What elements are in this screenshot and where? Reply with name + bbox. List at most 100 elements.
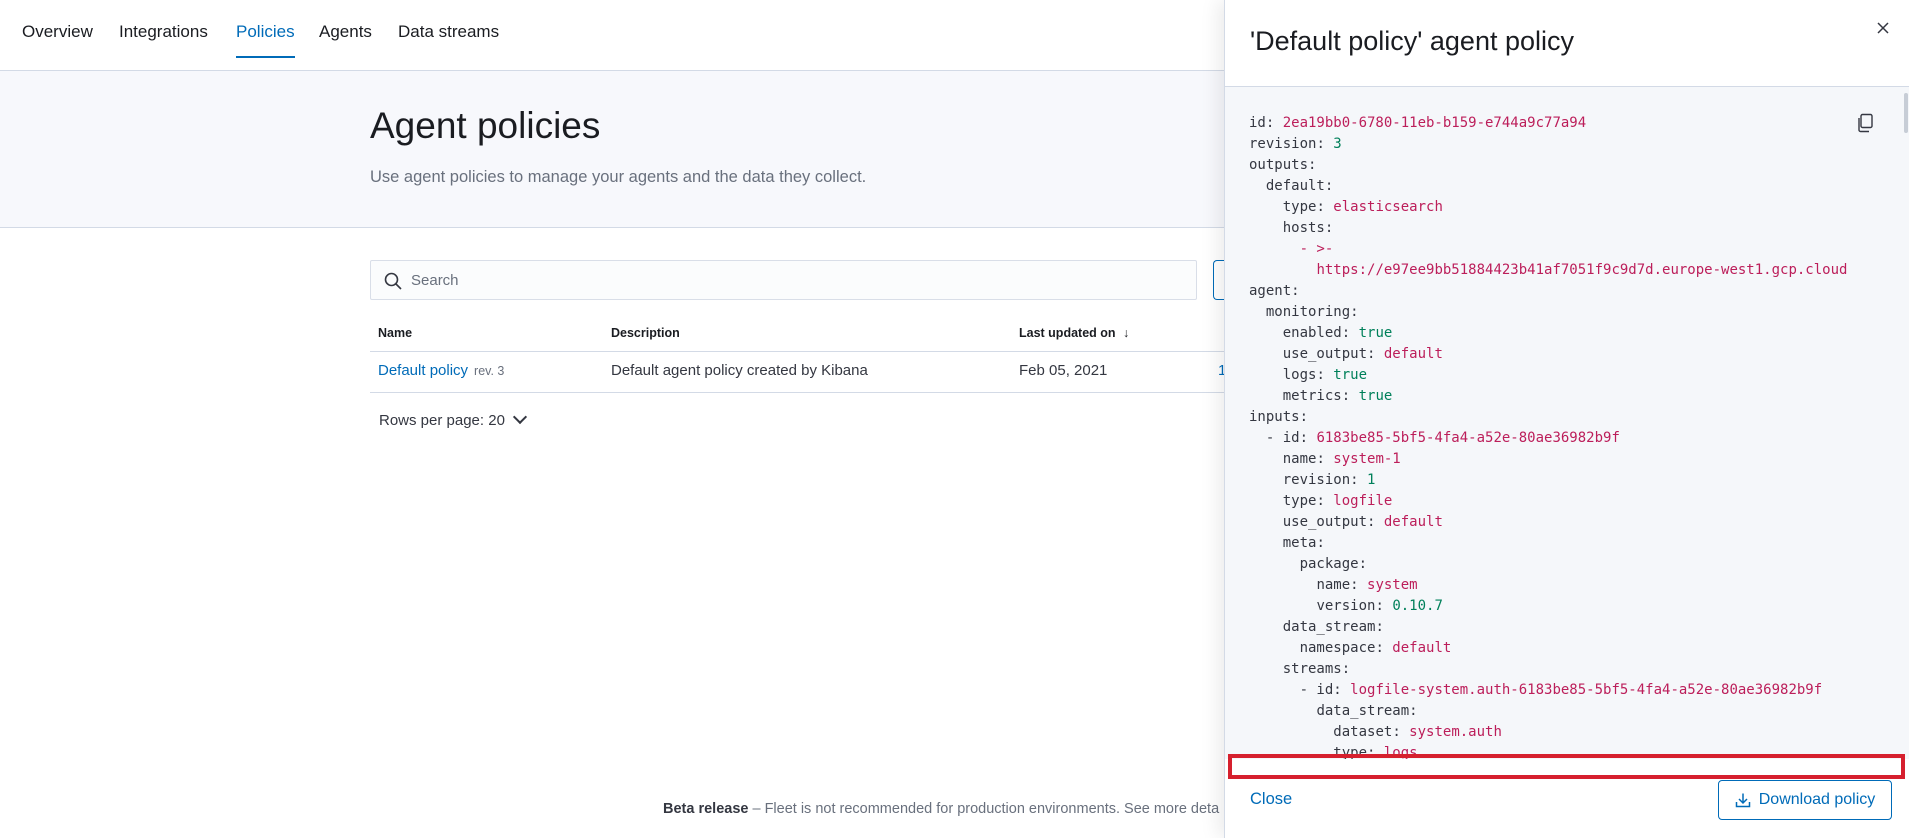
- yaml-value: system-1: [1333, 451, 1401, 467]
- yaml-value: default: [1383, 514, 1443, 530]
- yaml-value: https://e97ee9bb51884423b41af7051f9c9d7d…: [1316, 262, 1848, 278]
- yaml-line: namespace: default: [1299, 640, 1452, 656]
- tab-agents[interactable]: Agents: [319, 22, 372, 56]
- yaml-line: streams:: [1282, 661, 1351, 677]
- yaml-key: type: [1282, 493, 1317, 509]
- table-header-divider: [370, 351, 1240, 352]
- yaml-key: type: [1282, 199, 1317, 215]
- search-input[interactable]: [411, 261, 1171, 299]
- yaml-line: enabled: true: [1282, 325, 1393, 341]
- yaml-line: - id: 6183be85-5bf5-4fa4-a52e-80ae36982b…: [1265, 430, 1620, 446]
- yaml-line: logs: true: [1282, 367, 1368, 383]
- yaml-value: 3: [1333, 136, 1342, 152]
- column-header-name[interactable]: Name: [378, 326, 412, 340]
- yaml-line: revision: 1: [1282, 472, 1376, 488]
- yaml-line: type: logfile: [1282, 493, 1393, 509]
- tab-integrations[interactable]: Integrations: [119, 22, 208, 56]
- table-row-divider: [370, 392, 1240, 393]
- yaml-value: 6183be85-5bf5-4fa4-a52e-80ae36982b9f: [1316, 430, 1620, 446]
- yaml-value: 1: [1367, 472, 1376, 488]
- copy-icon[interactable]: [1856, 113, 1874, 133]
- table-row: Default policy rev. 3: [378, 362, 504, 379]
- yaml-line: https://e97ee9bb51884423b41af7051f9c9d7d…: [1249, 260, 1847, 281]
- policy-name-link[interactable]: Default policy: [378, 362, 468, 379]
- chevron-down-icon: [512, 409, 527, 425]
- yaml-line: meta:: [1282, 535, 1325, 551]
- yaml-line: id: 2ea19bb0-6780-11eb-b159-e744a9c77a94: [1249, 115, 1587, 131]
- yaml-key: name: [1282, 451, 1317, 467]
- yaml-key: dataset: [1333, 724, 1393, 740]
- yaml-key: - id: [1265, 430, 1300, 446]
- yaml-value: true: [1358, 388, 1393, 404]
- yaml-value: default: [1383, 346, 1443, 362]
- rows-per-page-select[interactable]: Rows per page: 20: [379, 409, 527, 429]
- yaml-value: system: [1367, 577, 1418, 593]
- download-policy-button[interactable]: Download policy: [1718, 780, 1892, 820]
- policy-description: Default agent policy created by Kibana: [611, 362, 868, 379]
- yaml-key: package: [1299, 556, 1359, 572]
- yaml-line: data_stream:: [1316, 703, 1418, 719]
- yaml-value: - >-: [1299, 241, 1334, 257]
- yaml-line: version: 0.10.7: [1316, 598, 1443, 614]
- yaml-key: logs: [1282, 367, 1317, 383]
- close-icon[interactable]: [1873, 18, 1893, 38]
- yaml-line: default:: [1265, 178, 1334, 194]
- yaml-line: name: system-1: [1282, 451, 1401, 467]
- yaml-key: use_output: [1282, 346, 1368, 362]
- yaml-line: - id: logfile-system.auth-6183be85-5bf5-…: [1299, 682, 1823, 698]
- yaml-line: agent:: [1249, 283, 1300, 299]
- yaml-line: - >-: [1249, 239, 1847, 260]
- yaml-line: inputs:: [1249, 409, 1309, 425]
- yaml-key: id: [1249, 115, 1266, 131]
- yaml-key: revision: [1282, 472, 1351, 488]
- yaml-line: metrics: true: [1282, 388, 1393, 404]
- policy-flyout: 'Default policy' agent policy id: 2ea19b…: [1224, 0, 1909, 838]
- policy-updated-date: Feb 05, 2021: [1019, 362, 1108, 379]
- yaml-line: type: logs: [1333, 745, 1418, 759]
- column-header-last-updated[interactable]: Last updated on ↓: [1019, 326, 1129, 340]
- yaml-key: data_stream: [1282, 619, 1376, 635]
- yaml-key: use_output: [1282, 514, 1368, 530]
- yaml-value: true: [1333, 367, 1368, 383]
- tab-data-streams[interactable]: Data streams: [398, 22, 499, 56]
- column-header-description[interactable]: Description: [611, 326, 680, 340]
- yaml-line: package:: [1299, 556, 1368, 572]
- yaml-value: 2ea19bb0-6780-11eb-b159-e744a9c77a94: [1282, 115, 1587, 131]
- search-box: [370, 260, 1197, 300]
- yaml-line: revision: 3: [1249, 136, 1342, 152]
- flyout-title: 'Default policy' agent policy: [1250, 26, 1574, 56]
- scrollbar-thumb[interactable]: [1904, 93, 1908, 133]
- yaml-value: system.auth: [1409, 724, 1502, 740]
- yaml-line: use_output: default: [1282, 346, 1443, 362]
- yaml-key: - id: [1299, 682, 1334, 698]
- yaml-line: data_stream:: [1282, 619, 1384, 635]
- yaml-key: monitoring: [1265, 304, 1351, 320]
- yaml-line: monitoring:: [1265, 304, 1359, 320]
- yaml-key: name: [1316, 577, 1351, 593]
- beta-notice: Beta release – Fleet is not recommended …: [663, 801, 1220, 817]
- search-icon: [384, 272, 402, 290]
- yaml-value: true: [1358, 325, 1393, 341]
- close-button[interactable]: Close: [1250, 790, 1292, 809]
- download-icon: [1735, 793, 1750, 808]
- yaml-key: metrics: [1282, 388, 1342, 404]
- yaml-key: type: [1333, 745, 1368, 759]
- yaml-key: streams: [1282, 661, 1342, 677]
- yaml-key: enabled: [1282, 325, 1342, 341]
- yaml-value: default: [1392, 640, 1452, 656]
- yaml-value: logfile-system.auth-6183be85-5bf5-4fa4-a…: [1350, 682, 1823, 698]
- revision-label: rev. 3: [474, 364, 505, 378]
- page-title: Agent policies: [370, 105, 601, 146]
- tab-overview[interactable]: Overview: [22, 22, 93, 56]
- yaml-line: hosts:: [1282, 220, 1334, 236]
- yaml-key: default: [1265, 178, 1325, 194]
- yaml-value: 0.10.7: [1392, 598, 1443, 614]
- yaml-content: id: 2ea19bb0-6780-11eb-b159-e744a9c77a94…: [1249, 113, 1847, 759]
- yaml-code-block[interactable]: id: 2ea19bb0-6780-11eb-b159-e744a9c77a94…: [1225, 87, 1909, 759]
- yaml-key: revision: [1249, 136, 1317, 152]
- yaml-line: dataset: system.auth: [1333, 724, 1502, 740]
- tab-policies[interactable]: Policies: [236, 22, 295, 58]
- yaml-value: elasticsearch: [1333, 199, 1443, 215]
- yaml-value: logfile: [1333, 493, 1393, 509]
- yaml-key: outputs: [1249, 157, 1309, 173]
